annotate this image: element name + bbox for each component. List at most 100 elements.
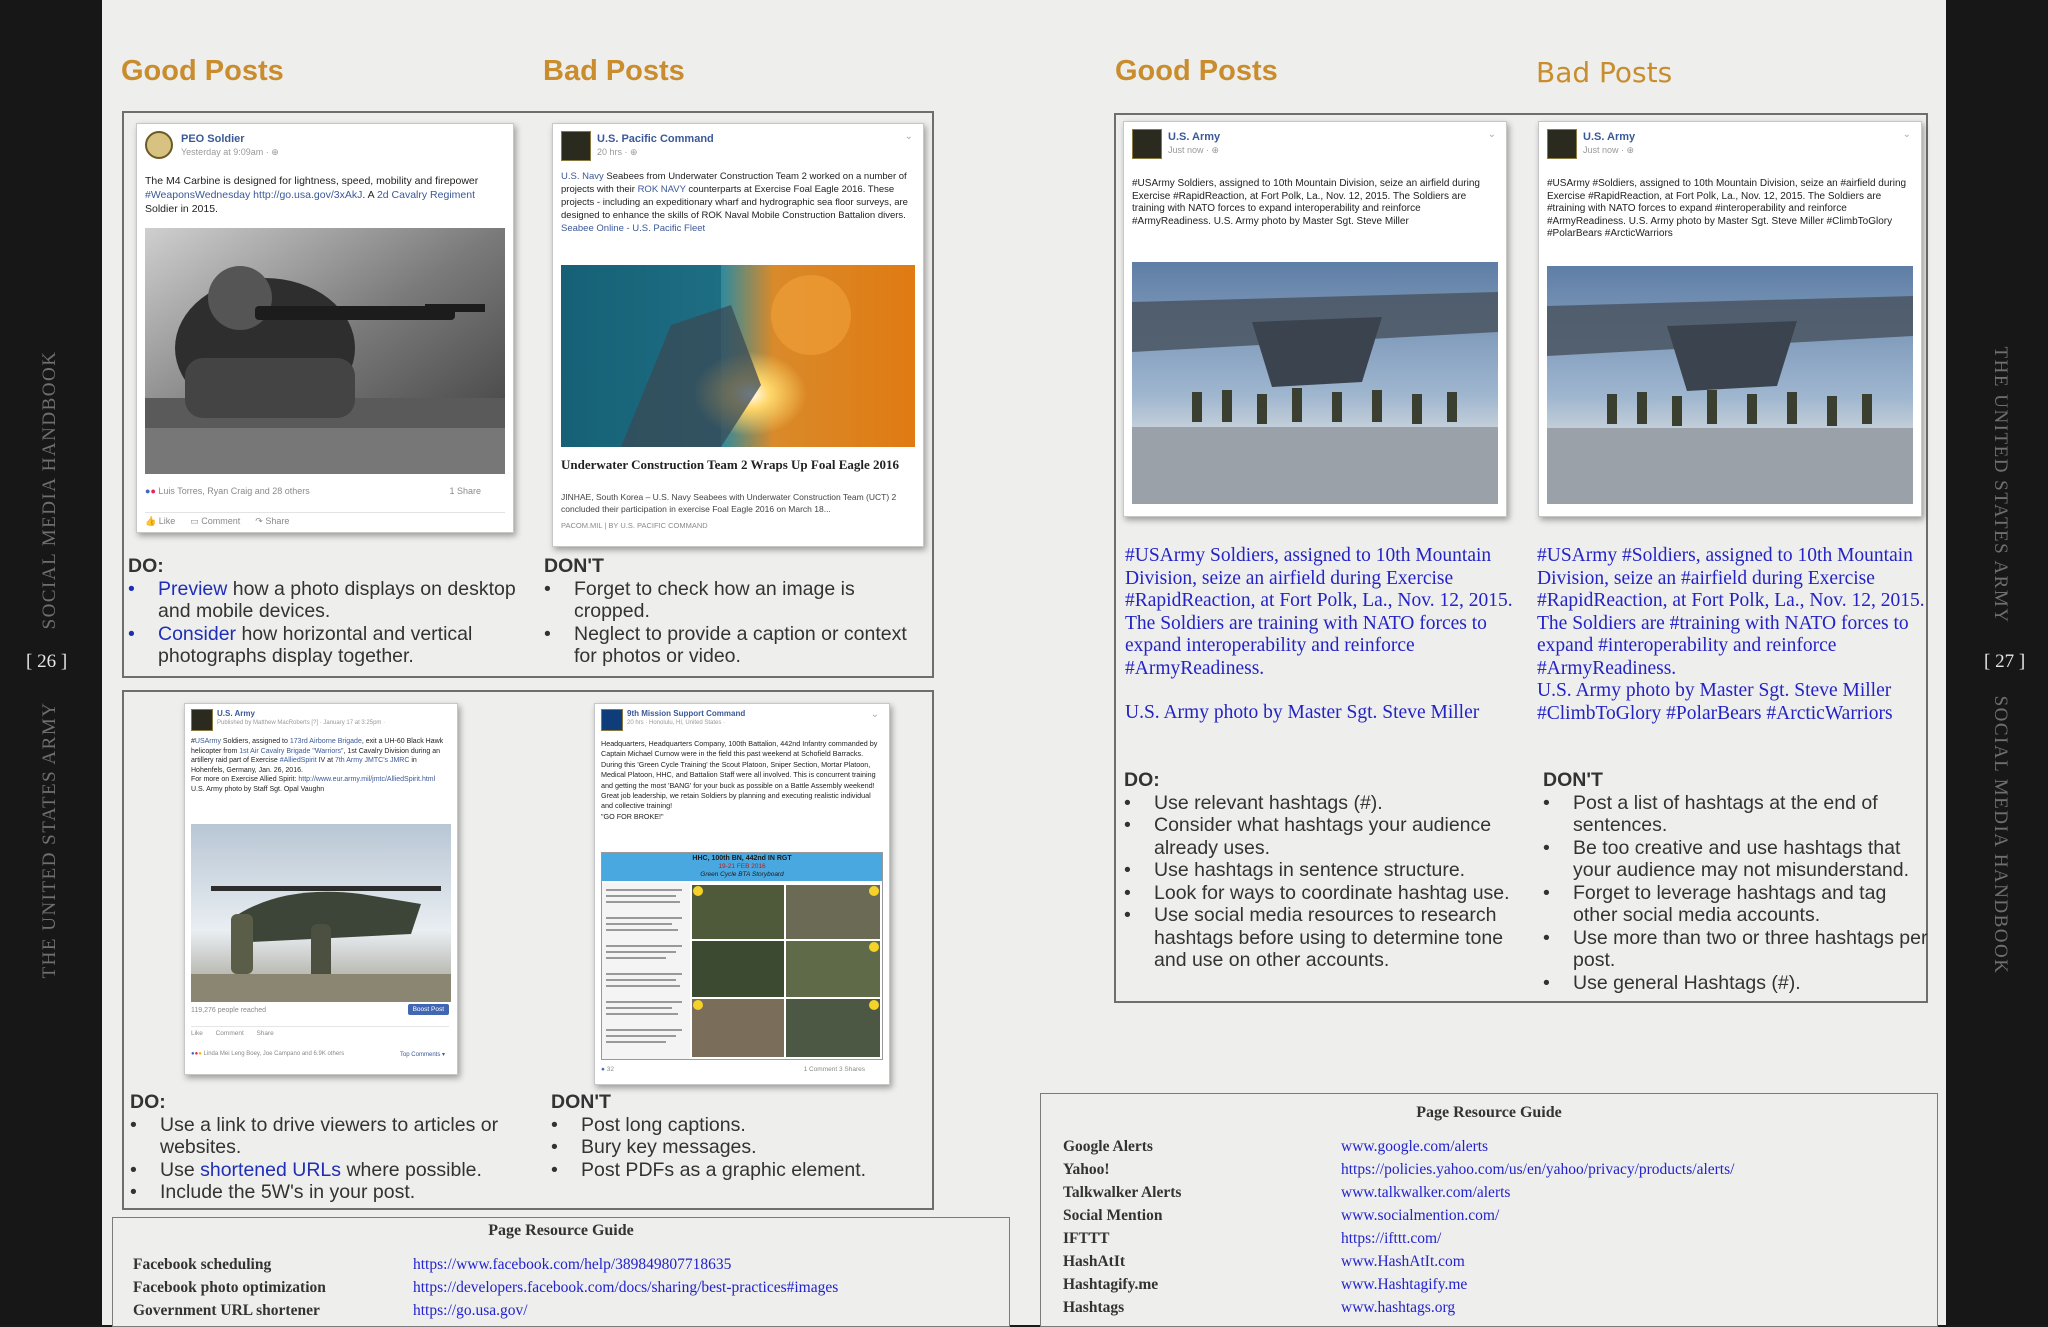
page-name[interactable]: 9th Mission Support Command <box>627 709 745 718</box>
page-name[interactable]: U.S. Pacific Command <box>597 133 714 145</box>
comment-button[interactable]: Comment <box>216 1030 244 1037</box>
do-item: Consider what hashtags your audience alr… <box>1124 814 1519 859</box>
allied-spirit-link[interactable]: http://www.eur.army.mil/jmtc/AlliedSpiri… <box>298 776 435 783</box>
page-name[interactable]: U.S. Army <box>1168 131 1220 143</box>
resource-row: HashAtIt <box>1063 1253 1126 1270</box>
do-list-hashtags: DO: Use relevant hashtags (#). Consider … <box>1124 769 1519 972</box>
resource-url[interactable]: www.talkwalker.com/alerts <box>1341 1184 1510 1202</box>
do-item: Use relevant hashtags (#). <box>1124 792 1519 815</box>
boost-post-button[interactable]: Boost Post <box>407 1004 449 1015</box>
page-name[interactable]: U.S. Army <box>217 709 255 718</box>
do-item: Consider how horizontal and vertical pho… <box>128 623 518 668</box>
right-spine-top-text: THE UNITED STATES ARMY <box>1990 346 2011 624</box>
do-item: Use a link to drive viewers to articles … <box>130 1114 540 1159</box>
like-button[interactable]: 👍 Like <box>145 516 175 526</box>
resource-guide-title: Page Resource Guide <box>1416 1104 1562 1121</box>
navy-link[interactable]: U.S. Navy <box>561 171 604 182</box>
post-link[interactable]: #WeaponsWednesday http://go.usa.gov/3xAk… <box>145 189 362 201</box>
action-bar: Like Comment Share <box>191 1026 449 1037</box>
chevron-down-icon[interactable]: ⌄ <box>905 131 913 142</box>
resource-url[interactable]: https://developers.facebook.com/docs/sha… <box>413 1279 838 1297</box>
consider-link[interactable]: Consider <box>158 623 236 645</box>
storyboard-subtitle: Green Cycle BTA Storyboard <box>700 871 784 878</box>
caption-credit: U.S. Army photo by Master Sgt. Steve Mil… <box>1537 680 1893 724</box>
do-item: Look for ways to coordinate hashtag use. <box>1124 882 1519 905</box>
reactions-row: ●●● Linda Mei Leng Boey, Joe Campano and… <box>191 1051 445 1058</box>
post-header: PEO Soldier Yesterday at 9:09am · ⊕ <box>145 131 505 165</box>
dont-item: Be too creative and use hashtags that yo… <box>1543 837 1928 882</box>
airfield-soldiers-photo <box>1547 266 1913 504</box>
resource-row: Hashtags <box>1063 1299 1125 1316</box>
resource-guide-title: Page Resource Guide <box>488 1222 634 1239</box>
resource-row: Hashtagify.me <box>1063 1276 1159 1293</box>
resource-url[interactable]: www.google.com/alerts <box>1341 1138 1488 1156</box>
link-title[interactable]: Underwater Construction Team 2 Wraps Up … <box>561 457 915 473</box>
good-caption: #USArmy Soldiers, assigned to 10th Mount… <box>1125 545 1515 725</box>
post-text: The M4 Carbine is designed for lightness… <box>145 175 479 215</box>
reactions-row: ● 32 1 Comment 3 Shares <box>601 1066 865 1073</box>
cavalry-link[interactable]: 1st Air Cavalry Brigade "Warriors" <box>239 748 343 755</box>
resource-url[interactable]: https://www.facebook.com/help/3898498077… <box>413 1256 731 1274</box>
post-header: 9th Mission Support Command 20 hrs · Hon… <box>601 709 881 743</box>
bad-posts-heading: Bad Posts <box>543 55 685 87</box>
hashtag-link[interactable]: #AlliedSpirit <box>280 757 317 764</box>
storyboard-graphic: HHC, 100th BN, 442nd IN RGT 19-21 FEB 20… <box>601 852 883 1060</box>
dont-list-hashtags: DON'T Post a list of hashtags at the end… <box>1543 769 1928 994</box>
brigade-link[interactable]: 173rd Airborne Brigade <box>290 738 362 745</box>
do-list-photos: DO: Preview how a photo displays on desk… <box>128 555 518 668</box>
chevron-down-icon[interactable]: ⌄ <box>871 709 879 720</box>
chevron-down-icon[interactable]: ⌄ <box>1488 129 1496 140</box>
link-description: JINHAE, South Korea – U.S. Navy Seabees … <box>561 492 897 514</box>
dont-item: Use general Hashtags (#). <box>1543 972 1928 995</box>
dont-item: Neglect to provide a caption or context … <box>544 623 924 668</box>
good-posts-heading: Good Posts <box>1115 55 1278 87</box>
resource-url[interactable]: https://policies.yahoo.com/us/en/yahoo/p… <box>1341 1161 1734 1179</box>
resource-url[interactable]: https://go.usa.gov/ <box>413 1302 528 1320</box>
left-spine-top-text: SOCIAL MEDIA HANDBOOK <box>39 350 60 630</box>
soldier-with-rifle-photo <box>145 228 505 474</box>
jmrc-link[interactable]: 7th Army JMTC's JMRC <box>335 757 409 764</box>
resource-url[interactable]: www.Hashtagify.me <box>1341 1276 1467 1294</box>
resource-url[interactable]: https://ifttt.com/ <box>1341 1230 1441 1248</box>
share-button[interactable]: Share <box>256 1030 273 1037</box>
resource-url[interactable]: www.hashtags.org <box>1341 1299 1455 1317</box>
post-text: U.S. Navy Seabees from Underwater Constr… <box>561 171 908 234</box>
resource-url[interactable]: www.HashAtIt.com <box>1341 1253 1465 1271</box>
dont-list-photos: DON'T Forget to check how an image is cr… <box>544 555 924 668</box>
post-text: #USArmy #Soldiers, assigned to 10th Moun… <box>1547 178 1907 239</box>
hashtag-link[interactable]: USArmy <box>195 738 221 745</box>
good-post-us-army-airfield: U.S. Army Just now · ⊕ ⌄ #USArmy Soldier… <box>1123 121 1507 517</box>
dont-item: Forget to check how an image is cropped. <box>544 578 924 623</box>
bad-post-us-army-hashtags: U.S. Army Just now · ⊕ ⌄ #USArmy #Soldie… <box>1538 121 1922 517</box>
avatar <box>1547 129 1577 159</box>
left-page-number: [ 26 ] <box>26 651 68 672</box>
dont-item: Post long captions. <box>551 1114 921 1137</box>
post-text: Headquarters, Headquarters Company, 100t… <box>601 739 878 821</box>
top-comments-dropdown[interactable]: Top Comments ▾ <box>400 1051 445 1058</box>
bad-post-pacific-command: U.S. Pacific Command 20 hrs · ⊕ ⌄ U.S. N… <box>552 123 924 547</box>
good-posts-heading: Good Posts <box>121 55 284 87</box>
page-name[interactable]: U.S. Army <box>1583 131 1635 143</box>
resource-row: Google Alerts <box>1063 1138 1153 1155</box>
caption-paragraph: #USArmy #Soldiers, assigned to 10th Moun… <box>1537 545 1925 611</box>
page-name[interactable]: PEO Soldier <box>181 133 245 145</box>
chevron-down-icon[interactable]: ⌄ <box>1903 129 1911 140</box>
dont-label: DON'T <box>544 555 604 577</box>
wow-reaction-icon: ● <box>198 1051 202 1057</box>
regiment-link[interactable]: 2d Cavalry Regiment <box>377 189 475 201</box>
preview-link[interactable]: Preview <box>158 578 227 600</box>
share-button[interactable]: ↷ Share <box>255 516 289 526</box>
rok-navy-link[interactable]: ROK NAVY <box>638 184 686 195</box>
seabee-online-link[interactable]: Seabee Online - U.S. Pacific Fleet <box>561 223 705 234</box>
shortened-urls-link[interactable]: shortened URLs <box>200 1159 341 1181</box>
post-time: 20 hrs · Honolulu, HI, United States · <box>627 720 726 726</box>
post-time: Just now · ⊕ <box>1168 145 1220 155</box>
like-button[interactable]: Like <box>191 1030 203 1037</box>
post-time: 20 hrs · ⊕ <box>597 147 638 157</box>
dont-item: Use more than two or three hashtags per … <box>1543 927 1928 972</box>
post-time: Yesterday at 9:09am · ⊕ <box>181 147 279 157</box>
airfield-soldiers-photo <box>1132 262 1498 504</box>
comment-button[interactable]: ▭ Comment <box>190 516 240 526</box>
dont-label: DON'T <box>551 1091 611 1113</box>
resource-url[interactable]: www.socialmention.com/ <box>1341 1207 1499 1225</box>
